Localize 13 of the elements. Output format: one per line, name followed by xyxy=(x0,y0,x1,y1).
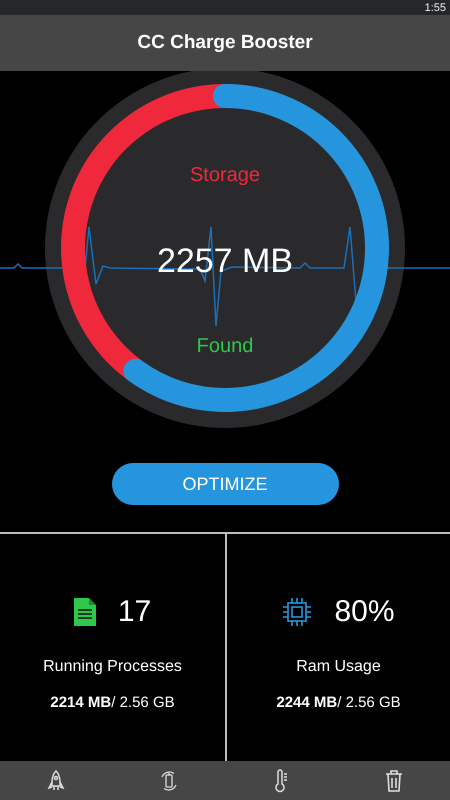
app-title: CC Charge Booster xyxy=(137,32,313,54)
stat-detail: 2244 MB/ 2.56 GB xyxy=(276,694,401,711)
document-icon xyxy=(74,598,96,626)
gauge-caption: Found xyxy=(196,335,254,358)
stat-detail: 2214 MB/ 2.56 GB xyxy=(50,694,175,711)
stat-value: 80% xyxy=(334,595,395,629)
status-time: 1:55 xyxy=(424,2,446,14)
optimize-button[interactable]: OPTIMIZE xyxy=(112,463,338,505)
stat-label: Running Processes xyxy=(43,658,182,676)
stat-value: 17 xyxy=(118,595,152,629)
chip-icon xyxy=(282,597,312,627)
stat-label: Ram Usage xyxy=(296,658,381,676)
gauge-label: Storage xyxy=(190,164,260,187)
